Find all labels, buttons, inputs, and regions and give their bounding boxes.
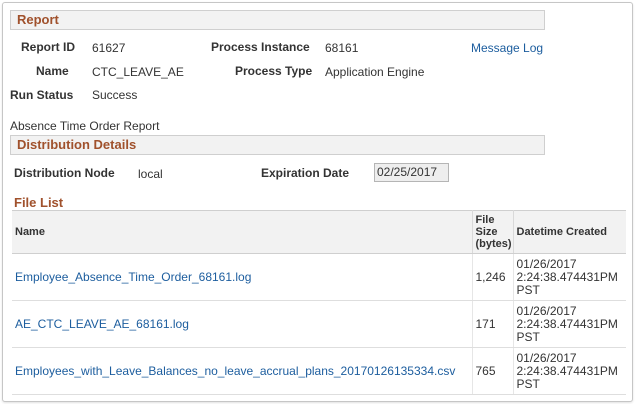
datetime-time: 2:24:38.474431PM xyxy=(516,269,618,284)
file-link[interactable]: AE_CTC_LEAVE_AE_68161.log xyxy=(15,317,189,331)
file-size-cell: 1,246 xyxy=(472,253,514,301)
table-row: AE_CTC_LEAVE_AE_68161.log 171 01/26/2017… xyxy=(12,300,626,348)
report-id-label: Report ID xyxy=(21,40,75,54)
datetime-zone: PST xyxy=(516,376,540,391)
table-row: Employees_with_Leave_Balances_no_leave_a… xyxy=(12,347,626,395)
column-header-size-line3: (bytes) xyxy=(475,238,512,250)
column-header-datetime: Datetime Created xyxy=(513,210,626,254)
datetime-date: 01/26/2017 xyxy=(516,303,577,318)
file-name-cell: Employees_with_Leave_Balances_no_leave_a… xyxy=(12,347,473,395)
datetime-cell: 01/26/2017 2:24:38.474431PM PST xyxy=(513,253,626,301)
datetime-date: 01/26/2017 xyxy=(516,350,577,365)
message-log-link[interactable]: Message Log xyxy=(471,41,543,55)
file-list-title: File List xyxy=(14,195,64,210)
report-detail-panel: Report Report ID 61627 Process Instance … xyxy=(2,2,633,402)
name-label: Name xyxy=(36,64,69,78)
column-header-datetime-label: Datetime Created xyxy=(516,226,607,238)
column-header-size-line2: Size xyxy=(475,226,498,238)
file-name-cell: AE_CTC_LEAVE_AE_68161.log xyxy=(12,300,473,348)
report-section-header: Report xyxy=(10,10,545,30)
column-header-name-label: Name xyxy=(15,226,45,238)
file-list-header-row: Name File Size (bytes) Datetime Created xyxy=(12,210,626,254)
file-name-cell: Employee_Absence_Time_Order_68161.log xyxy=(12,253,473,301)
expiration-date-field: 02/25/2017 xyxy=(374,163,449,182)
column-header-size-line1: File xyxy=(475,214,495,226)
datetime-time: 2:24:38.474431PM xyxy=(516,316,618,331)
file-link[interactable]: Employee_Absence_Time_Order_68161.log xyxy=(15,270,251,284)
expiration-date-label: Expiration Date xyxy=(261,166,350,180)
datetime-cell: 01/26/2017 2:24:38.474431PM PST xyxy=(513,347,626,395)
report-section-title: Report xyxy=(17,12,59,27)
datetime-date: 01/26/2017 xyxy=(516,256,577,271)
process-type-label: Process Type xyxy=(235,64,313,78)
distribution-section-title: Distribution Details xyxy=(17,137,137,152)
datetime-zone: PST xyxy=(516,282,540,297)
column-header-name: Name xyxy=(12,210,473,254)
process-instance-value: 68161 xyxy=(325,41,359,55)
report-id-value: 61627 xyxy=(92,41,126,55)
distribution-node-value: local xyxy=(138,167,163,181)
run-status-label: Run Status xyxy=(10,88,74,102)
datetime-cell: 01/26/2017 2:24:38.474431PM PST xyxy=(513,300,626,348)
process-type-value: Application Engine xyxy=(325,65,425,79)
distribution-section-header: Distribution Details xyxy=(10,135,545,155)
table-row: Employee_Absence_Time_Order_68161.log 1,… xyxy=(12,253,626,301)
file-size-cell: 171 xyxy=(472,300,514,348)
process-instance-label: Process Instance xyxy=(211,40,310,54)
datetime-zone: PST xyxy=(516,329,540,344)
file-list-table: Name File Size (bytes) Datetime Created … xyxy=(12,210,626,395)
name-value: CTC_LEAVE_AE xyxy=(92,65,184,79)
datetime-time: 2:24:38.474431PM xyxy=(516,363,618,378)
run-status-value: Success xyxy=(92,88,138,102)
distribution-node-label: Distribution Node xyxy=(14,166,115,180)
file-link[interactable]: Employees_with_Leave_Balances_no_leave_a… xyxy=(15,364,455,378)
file-size-cell: 765 xyxy=(472,347,514,395)
column-header-file-size: File Size (bytes) xyxy=(472,210,514,254)
report-description: Absence Time Order Report xyxy=(10,119,160,133)
